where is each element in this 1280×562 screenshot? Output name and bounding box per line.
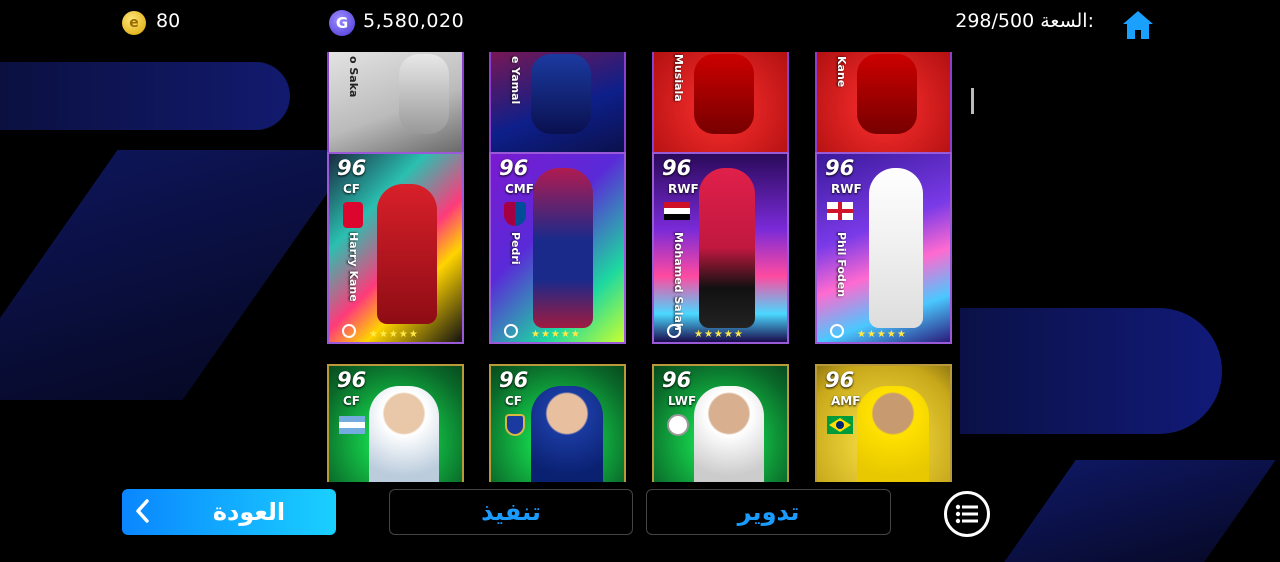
player-rating: 96 — [825, 368, 855, 392]
background-shape — [1004, 460, 1276, 562]
player-rating: 96 — [825, 156, 855, 180]
gp-balance: 5,580,020 — [363, 10, 465, 32]
player-position: CMF — [505, 182, 534, 196]
background-shape — [0, 150, 358, 400]
back-button-label: العودة — [212, 498, 286, 526]
player-name: Mohamed Salah — [672, 232, 685, 331]
club-badge-icon — [343, 202, 363, 228]
player-rating: 96 — [499, 156, 529, 180]
chevron-left-icon — [134, 498, 150, 531]
player-name: Harry Kane — [347, 232, 360, 302]
player-position: CF — [505, 394, 523, 408]
player-card[interactable]: 96 RWF Phil Foden ★★★★★ — [815, 152, 952, 344]
flag-icon — [827, 416, 853, 434]
capacity-indicator: 298/500 السعة: — [955, 10, 1094, 32]
player-position: RWF — [831, 182, 862, 196]
menu-list-icon[interactable] — [944, 491, 990, 537]
club-badge-icon — [504, 202, 526, 226]
player-card[interactable]: 96 CMF Pedri ★★★★★ — [489, 152, 626, 344]
top-bar: e 80 G 5,580,020 298/500 السعة: — [0, 0, 1280, 46]
player-name: e Yamal — [509, 56, 522, 105]
player-name: Phil Foden — [835, 232, 848, 298]
player-card-grid[interactable]: o Saka ★★★★★ e Yamal ★★★★★ Musiala ★★★★★… — [318, 52, 962, 482]
efootball-logo-icon — [830, 324, 844, 338]
player-name: Kane — [835, 56, 848, 88]
scrollbar[interactable] — [971, 88, 974, 114]
player-position: RWF — [668, 182, 699, 196]
player-position: LWF — [668, 394, 697, 408]
player-rating: 96 — [499, 368, 529, 392]
player-name: Pedri — [509, 232, 522, 265]
execute-button[interactable]: تنفيذ — [389, 489, 633, 535]
player-card[interactable]: 96 RWF Mohamed Salah ★★★★★ — [652, 152, 789, 344]
player-name: Musiala — [672, 54, 685, 102]
flag-icon — [339, 416, 365, 434]
rarity-stars: ★★★★★ — [694, 329, 744, 340]
player-rating: 96 — [337, 156, 367, 180]
home-icon[interactable] — [1120, 8, 1156, 42]
player-card[interactable]: 96 CF — [489, 364, 626, 482]
background-shape — [960, 308, 1222, 434]
efootball-logo-icon — [504, 324, 518, 338]
efootball-logo-icon — [342, 324, 356, 338]
gp-icon: G — [329, 10, 355, 36]
club-badge-icon — [667, 414, 689, 436]
player-card[interactable]: 96 CF Harry Kane ★★★★★ — [327, 152, 464, 344]
player-position: CF — [343, 394, 361, 408]
efootball-logo-icon — [667, 324, 681, 338]
coin-balance: 80 — [156, 10, 181, 32]
rarity-stars: ★★★★★ — [531, 329, 581, 340]
player-rating: 96 — [337, 368, 367, 392]
player-card[interactable]: 96 CF — [327, 364, 464, 482]
player-position: CF — [343, 182, 361, 196]
flag-icon — [827, 202, 853, 220]
player-card[interactable]: 96 LWF — [652, 364, 789, 482]
coin-icon: e — [122, 11, 146, 35]
background-shape — [0, 62, 290, 130]
roll-button[interactable]: تدوير — [646, 489, 891, 535]
roll-button-label: تدوير — [737, 498, 800, 526]
flag-icon — [664, 202, 690, 220]
capacity-label: السعة: — [1040, 10, 1094, 32]
rarity-stars: ★★★★★ — [857, 329, 907, 340]
player-card[interactable]: 96 AMF — [815, 364, 952, 482]
back-button[interactable]: العودة — [122, 489, 336, 535]
club-badge-icon — [505, 414, 525, 436]
rarity-stars: ★★★★★ — [369, 329, 419, 340]
player-position: AMF — [831, 394, 861, 408]
player-rating: 96 — [662, 368, 692, 392]
player-name: o Saka — [347, 56, 360, 98]
execute-button-label: تنفيذ — [481, 498, 541, 526]
capacity-value: 298/500 — [955, 10, 1035, 32]
player-rating: 96 — [662, 156, 692, 180]
